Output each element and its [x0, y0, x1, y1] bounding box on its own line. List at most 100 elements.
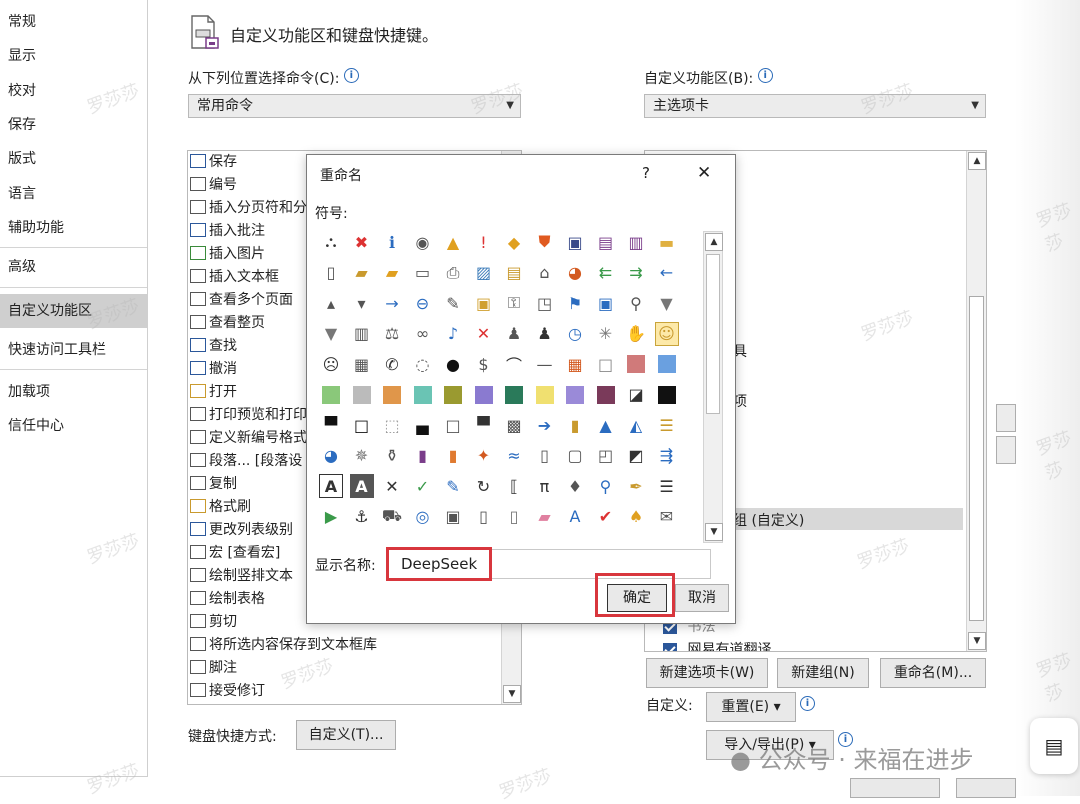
- ok-button[interactable]: 确定: [607, 584, 667, 612]
- pyramid-icon[interactable]: ▲: [594, 413, 618, 437]
- bar-sq-icon[interactable]: ▀: [319, 413, 343, 437]
- new-tab-button[interactable]: 新建选项卡(W): [646, 658, 768, 688]
- diamond-warn-icon[interactable]: ◆: [502, 230, 526, 254]
- ribbon-scrollbar[interactable]: ▲ ▼: [966, 151, 986, 651]
- page3-icon[interactable]: ▯: [472, 505, 496, 529]
- list-icon[interactable]: ☰: [655, 474, 679, 498]
- thin-sq-icon[interactable]: □: [441, 413, 465, 437]
- keyboard-customize-button[interactable]: 自定义(T)...: [296, 720, 396, 750]
- diag-sq-icon[interactable]: ◩: [624, 444, 648, 468]
- command-item[interactable]: 脚注: [190, 657, 237, 680]
- command-item[interactable]: 插入文本框: [190, 266, 279, 289]
- command-item[interactable]: 撤消: [190, 358, 237, 381]
- command-item[interactable]: 绘制竖排文本: [190, 565, 293, 588]
- hand-icon[interactable]: ✋: [624, 322, 648, 346]
- pie-icon[interactable]: ◕: [563, 261, 587, 285]
- pie2-icon[interactable]: ◕: [319, 444, 343, 468]
- key-icon[interactable]: ⚿: [502, 291, 526, 315]
- stack-icon[interactable]: ☰: [655, 413, 679, 437]
- record-icon[interactable]: ◉: [411, 230, 435, 254]
- maroon-sq-icon[interactable]: [594, 383, 618, 407]
- dkgreen-sq-icon[interactable]: [502, 383, 526, 407]
- pi-icon[interactable]: π: [533, 474, 557, 498]
- book-icon[interactable]: ▥: [350, 322, 374, 346]
- wave-icon[interactable]: ≈: [502, 444, 526, 468]
- command-item[interactable]: 查找: [190, 335, 237, 358]
- funnel2-icon[interactable]: ▼: [319, 322, 343, 346]
- purple-book-icon[interactable]: ▮: [411, 444, 435, 468]
- colors-icon[interactable]: ✦: [472, 444, 496, 468]
- sidebar-item-quick-access[interactable]: 快速访问工具栏: [8, 337, 106, 363]
- command-item[interactable]: 插入批注: [190, 220, 265, 243]
- shield-color-icon[interactable]: ✔: [594, 505, 618, 529]
- forward-green-icon[interactable]: ⇉: [624, 261, 648, 285]
- mountain-icon[interactable]: ◭: [624, 413, 648, 437]
- folder-icon[interactable]: ▬: [655, 230, 679, 254]
- close-icon[interactable]: ✕: [697, 163, 711, 183]
- empty-sq-icon[interactable]: □: [594, 352, 618, 376]
- export-icon[interactable]: ▥: [624, 230, 648, 254]
- command-item[interactable]: 保存: [190, 151, 237, 174]
- chart-edit-icon[interactable]: ✎: [441, 474, 465, 498]
- rings-icon[interactable]: ∞: [411, 322, 435, 346]
- symbol-grid[interactable]: ⛬ ✖ ℹ ◉ ▲! ◆ ⛊ ▣ ▤ ▥ ▬ ▯ ▰ ▰ ▭ ⎙ ▨ ▤ ⌂ ◕ ⇇ ⇉ ← ▴ ▾ → ⊖ ✎ ▣ ⚿ ◳ ⚑ ▣ ⚲ ▼ ▼ ▥ ⚖ ∞…: [319, 230, 699, 540]
- left-circle-icon[interactable]: ⊖: [411, 291, 435, 315]
- command-item[interactable]: 插入分页符和分: [190, 197, 307, 220]
- command-item[interactable]: 格式刷: [190, 496, 251, 519]
- command-item[interactable]: 复制: [190, 473, 237, 496]
- outline-sq-icon[interactable]: □: [350, 413, 374, 437]
- move-up-button[interactable]: [996, 404, 1016, 432]
- search-icon[interactable]: ⚲: [594, 474, 618, 498]
- pages-icon[interactable]: ▢: [563, 444, 587, 468]
- cancel-button[interactable]: 取消: [675, 584, 729, 612]
- printer-icon[interactable]: ⎙: [441, 261, 465, 285]
- command-item[interactable]: 绘制表格: [190, 588, 265, 611]
- sparkle-icon[interactable]: ✳: [594, 322, 618, 346]
- truck-icon[interactable]: ⛟: [380, 505, 404, 529]
- clipboard-icon[interactable]: ▤: [502, 261, 526, 285]
- brackets-icon[interactable]: ⟦: [502, 474, 526, 498]
- teal-sq-icon[interactable]: [411, 383, 435, 407]
- brush-icon[interactable]: ✒: [624, 474, 648, 498]
- checker-icon[interactable]: ▩: [502, 413, 526, 437]
- x-circle-icon[interactable]: ✖: [350, 230, 374, 254]
- help-icon[interactable]: ?: [642, 164, 650, 182]
- bucket-icon[interactable]: ♦: [563, 474, 587, 498]
- files-icon[interactable]: ▣: [441, 505, 465, 529]
- command-item[interactable]: 编号: [190, 174, 237, 197]
- phone-icon[interactable]: ✆: [380, 352, 404, 376]
- cylinders-icon[interactable]: ⚱: [380, 444, 404, 468]
- purple-sq-icon[interactable]: [472, 383, 496, 407]
- warning-icon[interactable]: ▲: [441, 230, 465, 254]
- mic-icon[interactable]: ♪: [441, 322, 465, 346]
- smiley-icon[interactable]: ☺: [654, 321, 679, 346]
- yellow-sq-icon[interactable]: [533, 383, 557, 407]
- notes-icon[interactable]: ▤: [1030, 718, 1078, 774]
- flag-icon[interactable]: ⚑: [563, 291, 587, 315]
- info-icon[interactable]: ℹ: [380, 230, 404, 254]
- command-item[interactable]: 将所选内容保存到文本框库: [190, 634, 377, 657]
- cross-icon[interactable]: ✕: [380, 474, 404, 498]
- sidebar-item-addins[interactable]: 加载项: [8, 379, 50, 405]
- rename-button[interactable]: 重命名(M)...: [880, 658, 986, 688]
- clock-icon[interactable]: ◷: [563, 322, 587, 346]
- lock-icon[interactable]: ▣: [472, 291, 496, 315]
- open-folder-icon[interactable]: ▰: [350, 261, 374, 285]
- italic-A-icon[interactable]: A: [563, 505, 587, 529]
- shapes-icon[interactable]: ◎: [411, 505, 435, 529]
- eye-icon[interactable]: ⌒: [502, 352, 526, 376]
- printer-tray-icon[interactable]: ▭: [411, 261, 435, 285]
- orange-book-icon[interactable]: ▮: [441, 444, 465, 468]
- sidebar-item-layout[interactable]: 版式: [8, 146, 36, 172]
- left-blue-icon[interactable]: ←: [655, 261, 679, 285]
- command-item[interactable]: 查看多个页面: [190, 289, 293, 312]
- command-item[interactable]: 查看整页: [190, 312, 265, 335]
- sidebar-item-accessibility[interactable]: 辅助功能: [8, 215, 64, 241]
- grid-icon[interactable]: ▦: [563, 352, 587, 376]
- sitemap-icon[interactable]: ⛬: [319, 230, 343, 254]
- folders-icon[interactable]: ▰: [380, 261, 404, 285]
- text-A-dark-icon[interactable]: A: [349, 474, 374, 498]
- scroll-thumb[interactable]: [706, 254, 720, 414]
- frown-icon[interactable]: ☹: [319, 352, 343, 376]
- user-icon[interactable]: ♟: [533, 322, 557, 346]
